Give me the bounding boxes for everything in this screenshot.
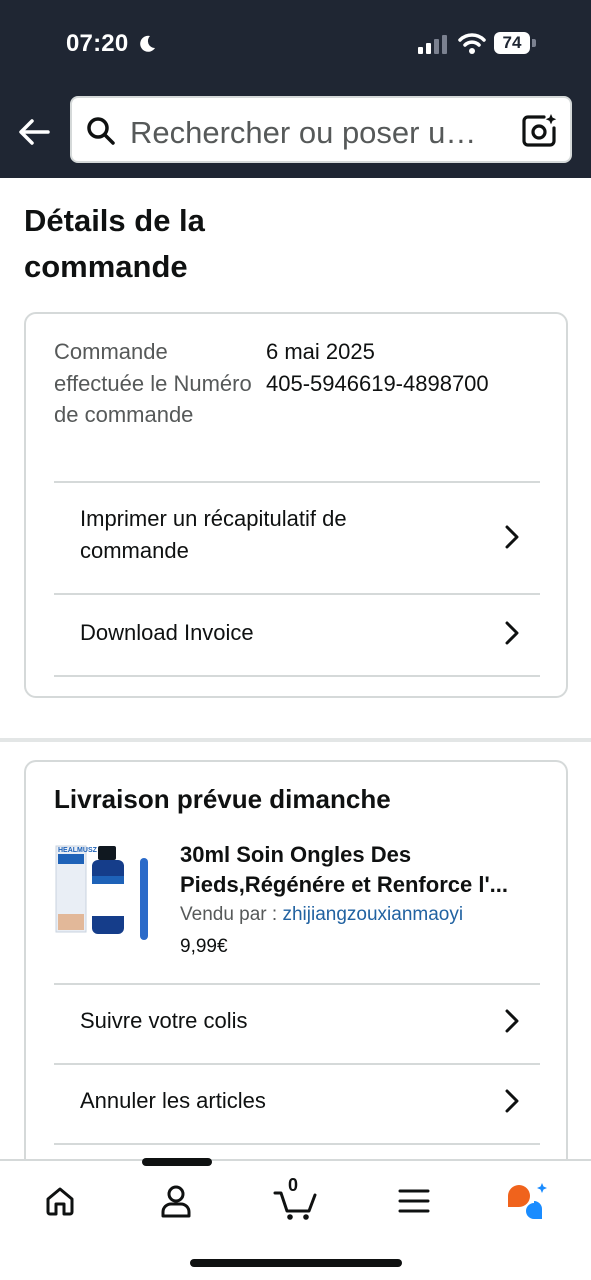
home-icon xyxy=(46,1187,74,1216)
order-info-card: Commande effectuée le Numéro de commande… xyxy=(24,312,568,698)
product-image[interactable]: HEALMUSZ xyxy=(54,840,158,944)
chevron-right-icon xyxy=(505,525,519,549)
cancel-items-label: Annuler les articles xyxy=(80,1088,266,1113)
product-title[interactable]: 30ml Soin Ongles Des Pieds,Régénére et R… xyxy=(180,840,540,900)
divider xyxy=(54,1143,540,1145)
order-date: 6 mai 2025 xyxy=(266,339,375,364)
divider xyxy=(54,675,540,677)
back-arrow-icon[interactable] xyxy=(14,112,54,152)
print-summary-row[interactable]: Imprimer un récapitulatif de commande xyxy=(54,483,540,593)
top-bar: 07:20 74 Rechercher ou poser u… xyxy=(0,0,591,178)
order-info-values: 6 mai 2025 405-5946619-4898700 xyxy=(266,336,489,399)
assistant-bubble-icon xyxy=(508,1183,547,1219)
order-number: 405-5946619-4898700 xyxy=(266,370,489,396)
battery-tip xyxy=(532,39,536,47)
cart-count: 0 xyxy=(288,1175,299,1195)
delivery-title: Livraison prévue dimanche xyxy=(54,784,391,814)
camera-lens-icon[interactable] xyxy=(520,112,558,150)
status-time: 07:20 xyxy=(66,30,129,57)
moon-icon xyxy=(140,35,155,52)
seller-prefix: Vendu par : xyxy=(180,904,283,925)
nav-assistant[interactable] xyxy=(498,1179,558,1223)
product-brand-text: HEALMUSZ xyxy=(58,847,98,854)
section-separator xyxy=(0,738,591,742)
nav-home[interactable] xyxy=(30,1179,90,1223)
product-title-line2: Pieds,Régénére et Renforce l'... xyxy=(180,872,509,897)
seller-line: Vendu par : zhijiangzouxianmaoyi xyxy=(180,904,463,926)
search-icon xyxy=(87,117,115,145)
track-package-label: Suivre votre colis xyxy=(80,1008,248,1033)
nav-menu[interactable] xyxy=(384,1179,444,1223)
chevron-right-icon xyxy=(505,1009,519,1033)
wifi-icon xyxy=(458,33,486,54)
menu-icon xyxy=(398,1189,430,1213)
chevron-right-icon xyxy=(505,621,519,645)
active-tab-indicator xyxy=(142,1158,212,1166)
product-price: 9,99€ xyxy=(180,936,228,957)
battery-indicator: 74 xyxy=(494,32,530,54)
print-summary-label: Imprimer un récapitulatif de commande xyxy=(80,506,347,563)
nav-account[interactable] xyxy=(146,1179,206,1223)
search-bar[interactable]: Rechercher ou poser u… xyxy=(70,96,572,163)
cancel-items-row[interactable]: Annuler les articles xyxy=(54,1065,540,1143)
search-input[interactable]: Rechercher ou poser u… xyxy=(130,115,510,151)
person-icon xyxy=(161,1185,191,1218)
nav-cart[interactable]: 0 xyxy=(266,1175,326,1223)
download-invoice-label: Download Invoice xyxy=(80,620,254,645)
order-info-labels: Commande effectuée le Numéro de commande xyxy=(54,339,252,427)
download-invoice-row[interactable]: Download Invoice xyxy=(54,595,540,675)
chevron-right-icon xyxy=(505,1089,519,1113)
cellular-signal-icon xyxy=(418,35,447,54)
track-package-row[interactable]: Suivre votre colis xyxy=(54,985,540,1063)
seller-link[interactable]: zhijiangzouxianmaoyi xyxy=(282,904,463,925)
page-title: Détails de la commande xyxy=(24,203,205,284)
product-title-line1: 30ml Soin Ongles Des xyxy=(180,842,412,867)
home-indicator-bar xyxy=(190,1259,402,1267)
